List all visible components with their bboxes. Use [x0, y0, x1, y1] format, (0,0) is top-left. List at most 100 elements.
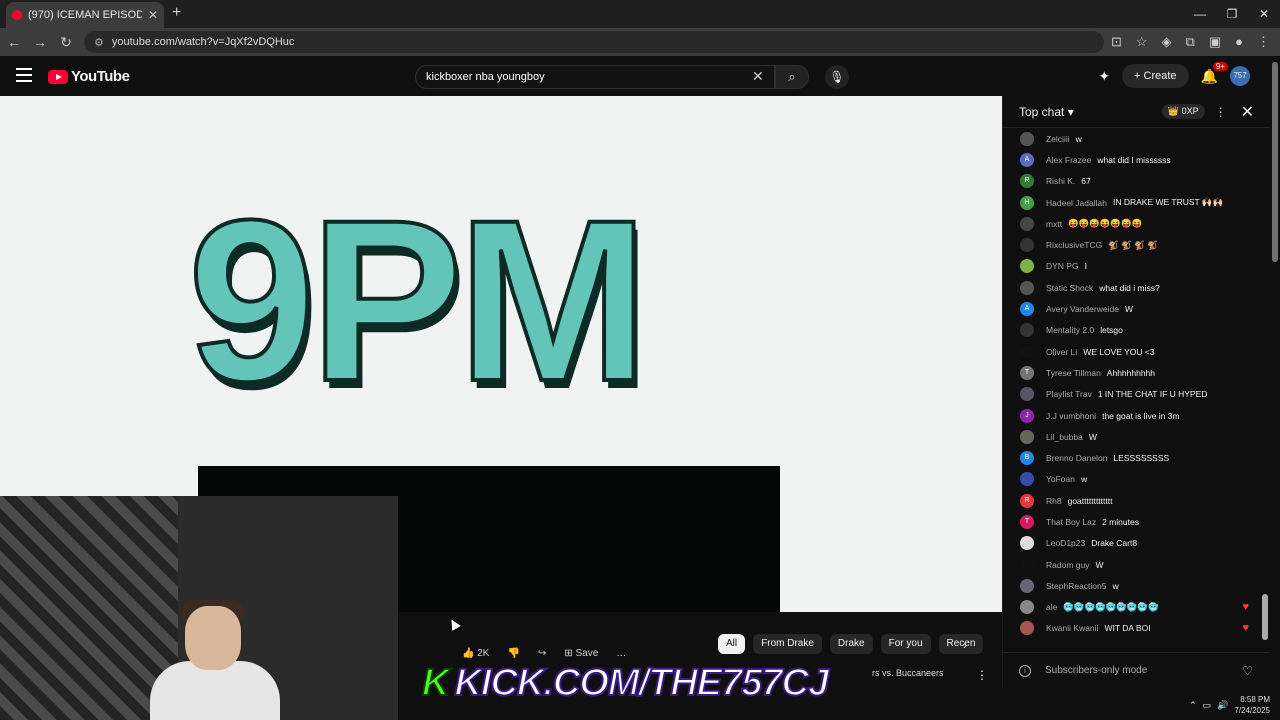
chat-message[interactable]: RixclusiveTCG 🐒 🐒 🐒 🐒 [1003, 234, 1261, 255]
chat-author[interactable]: DYN PG [1046, 261, 1079, 271]
activity-icon[interactable]: ✦ [1098, 68, 1110, 85]
chat-avatar[interactable] [1020, 557, 1034, 572]
chat-message[interactable]: J J.J vumbhoni the goat is live in 3m [1003, 405, 1261, 426]
chat-message[interactable]: mxtt 😝😝😝😝😝😝😝 [1003, 213, 1261, 234]
chat-avatar[interactable] [1020, 472, 1034, 487]
chat-author[interactable]: YoFoan [1046, 474, 1075, 484]
volume-icon[interactable]: 🔊 [1217, 700, 1228, 711]
chat-author[interactable]: Zelciiii [1046, 134, 1070, 144]
chat-author[interactable]: Lil_bubba [1046, 432, 1083, 442]
chat-author[interactable]: J.J vumbhoni [1046, 411, 1096, 421]
info-icon[interactable]: i [1019, 664, 1031, 677]
chat-message[interactable]: StephReaction5 w [1003, 575, 1261, 596]
chat-author[interactable]: Hadeel Jadallah [1046, 198, 1107, 208]
chat-author[interactable]: Mentality 2.0 [1046, 325, 1094, 335]
chat-avatar[interactable] [1020, 600, 1034, 615]
xp-badge[interactable]: 👑 0XP [1161, 104, 1205, 119]
network-icon[interactable]: ▭ [1203, 700, 1212, 711]
chat-avatar[interactable] [1020, 429, 1034, 444]
chip-from-drake[interactable]: From Drake [753, 634, 822, 654]
chat-avatar[interactable]: A [1020, 152, 1034, 167]
forward-icon[interactable]: → [28, 34, 52, 50]
chat-author[interactable]: ale [1046, 602, 1057, 612]
sidebar-icon[interactable]: ▣ [1209, 34, 1221, 50]
maximize-icon[interactable]: ❐ [1216, 0, 1248, 28]
like-button[interactable]: 👍 2K [462, 648, 489, 659]
chip-all[interactable]: All [718, 634, 746, 654]
tab-close-icon[interactable]: ✕ [148, 8, 158, 22]
profile-icon[interactable]: ● [1235, 34, 1243, 50]
chat-message[interactable]: Zelciiii w [1003, 128, 1261, 149]
close-window-icon[interactable]: ✕ [1248, 0, 1280, 28]
chat-message[interactable]: Mentality 2.0 letsgo [1003, 320, 1261, 341]
close-chat-icon[interactable]: ✕ [1241, 102, 1254, 122]
tray-chevron-icon[interactable]: ⌃ [1189, 700, 1197, 711]
chat-avatar[interactable] [1020, 578, 1034, 593]
url-field[interactable]: ⚙ youtube.com/watch?v=JqXf2vDQHuc [84, 31, 1104, 53]
chat-message[interactable]: Kwanii Kwanii WIT DA BOI ♥ [1003, 618, 1261, 639]
hamburger-menu-icon[interactable] [16, 68, 32, 82]
chat-message[interactable]: T That Boy Laz 2 minutes [1003, 511, 1261, 532]
chat-menu-icon[interactable]: ⋮ [1215, 105, 1227, 119]
chat-author[interactable]: Tyrese Tillman [1046, 368, 1101, 378]
chat-author[interactable]: Alex Frazee [1046, 155, 1091, 165]
browser-menu-icon[interactable]: ⋮ [1257, 34, 1270, 50]
chat-avatar[interactable] [1020, 536, 1034, 551]
chat-avatar[interactable] [1020, 259, 1034, 274]
chat-avatar[interactable]: T [1020, 365, 1034, 380]
chat-avatar[interactable]: R [1020, 174, 1034, 189]
chat-author[interactable]: StephReaction5 [1046, 581, 1107, 591]
page-scrollbar[interactable] [1270, 56, 1280, 690]
chat-scroll-thumb[interactable] [1262, 594, 1268, 640]
chat-message[interactable]: Lil_bubba W [1003, 426, 1261, 447]
chat-author[interactable]: Playlist Trav [1046, 389, 1092, 399]
chat-message[interactable]: ale 🥶🥶🥶🥶🥶🥶🥶🥶🥶 ♥ [1003, 597, 1261, 618]
chat-message[interactable]: Radom guy W [1003, 554, 1261, 575]
chat-message[interactable]: Playlist Trav 1 IN THE CHAT IF U HYPED [1003, 384, 1261, 405]
chevron-right-icon[interactable]: › [963, 638, 967, 652]
minimize-icon[interactable]: — [1184, 0, 1216, 28]
chat-avatar[interactable] [1020, 621, 1034, 636]
install-icon[interactable]: ⊡ [1111, 34, 1122, 50]
chat-author[interactable]: Radom guy [1046, 560, 1089, 570]
more-actions-icon[interactable]: … [616, 648, 626, 659]
chat-message[interactable]: YoFoan w [1003, 469, 1261, 490]
chat-author[interactable]: RixclusiveTCG [1046, 240, 1102, 250]
chat-author[interactable]: That Boy Laz [1046, 517, 1096, 527]
recommendation-more-icon[interactable]: ⋮ [976, 668, 988, 682]
chat-author[interactable]: mxtt [1046, 219, 1062, 229]
bookmark-star-icon[interactable]: ☆ [1136, 34, 1148, 50]
chat-avatar[interactable] [1020, 216, 1034, 231]
chat-message[interactable]: A Alex Frazee what did I missssss [1003, 149, 1261, 170]
back-icon[interactable]: ← [2, 34, 26, 50]
site-info-icon[interactable]: ⚙ [94, 36, 104, 49]
chat-message[interactable]: H Hadeel Jadallah IN DRAKE WE TRUST 🙌🏻🙌🏻 [1003, 192, 1261, 213]
chip-for-you[interactable]: For you [880, 634, 931, 654]
save-button[interactable]: ⊞ Save [564, 648, 598, 659]
chat-author[interactable]: Oliver Li [1046, 347, 1077, 357]
chip-drake[interactable]: Drake [829, 634, 873, 654]
account-avatar[interactable]: 757 [1230, 66, 1250, 86]
chip-recent[interactable]: Recen [938, 634, 984, 654]
chat-messages[interactable]: Zelciiii w A Alex Frazee what did I missssss… [1003, 128, 1261, 652]
chat-author[interactable]: Brenno Danelon [1046, 453, 1107, 463]
chat-avatar[interactable] [1020, 387, 1034, 402]
search-input[interactable]: kickboxer nba youngboy [415, 65, 775, 89]
chat-avatar[interactable] [1020, 131, 1034, 146]
dislike-icon[interactable]: 👎 [507, 648, 519, 659]
recommended-video-title[interactable]: rs vs. Buccaneers [872, 668, 944, 678]
chat-message[interactable]: B Brenno Danelon LESSSSSSSS [1003, 447, 1261, 468]
chat-message[interactable]: Static Shock what did i miss? [1003, 277, 1261, 298]
notifications-bell-icon[interactable]: 🔔 9+ [1201, 61, 1228, 85]
share-icon[interactable]: ↪ [538, 648, 546, 659]
chat-author[interactable]: Kwanii Kwanii [1046, 623, 1098, 633]
chat-avatar[interactable] [1020, 323, 1034, 338]
chat-message[interactable]: Oliver Li WE LOVE YOU <3 [1003, 341, 1261, 362]
puzzle-icon[interactable]: ⧉ [1186, 34, 1195, 50]
search-button[interactable]: ⌕ [775, 65, 809, 89]
chat-avatar[interactable]: A [1020, 302, 1034, 317]
chat-avatar[interactable]: R [1020, 493, 1034, 508]
youtube-logo[interactable]: YouTube [48, 68, 130, 85]
chat-message[interactable]: LeoD1p23 Drake Cart8 [1003, 533, 1261, 554]
chat-avatar[interactable] [1020, 344, 1034, 359]
